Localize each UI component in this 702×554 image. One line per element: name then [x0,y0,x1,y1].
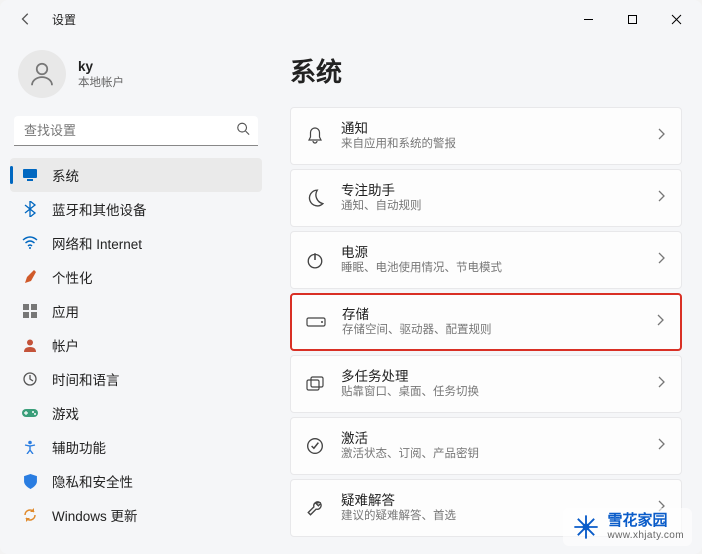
avatar [18,50,66,98]
profile-subtitle: 本地帐户 [78,74,124,90]
sidebar-item-label: 网络和 Internet [52,233,142,253]
card-title: 通知 [341,120,641,138]
main-panel: 系统 通知 来自应用和系统的警报 专注助手 通知、自动规则 [272,38,702,554]
card-title: 多任务处理 [341,368,641,386]
card-subtitle: 通知、自动规则 [341,199,641,214]
game-icon [22,405,38,421]
sidebar-item-label: 个性化 [52,267,93,287]
sidebar-item-label: 时间和语言 [52,369,120,389]
apps-icon [22,303,38,319]
storage-icon [306,312,326,332]
sidebar-item-label: 游戏 [52,403,79,423]
minimize-icon [583,14,594,25]
sidebar-item-label: 隐私和安全性 [52,471,133,491]
chevron-right-icon [657,127,667,145]
card-subtitle: 存储空间、驱动器、配置规则 [342,323,640,338]
system-icon [22,167,38,183]
card-title: 存储 [342,306,640,324]
sidebar-item-windows-update[interactable]: Windows 更新 [10,498,262,532]
search-input[interactable] [14,116,258,146]
profile-name: ky [78,59,124,74]
troubleshoot-icon [305,498,325,518]
card-title: 专注助手 [341,182,641,200]
bell-icon [305,126,325,146]
close-icon [671,14,682,25]
wifi-icon [22,235,38,251]
sidebar-item-personalization[interactable]: 个性化 [10,260,262,294]
sidebar-item-accounts[interactable]: 帐户 [10,328,262,362]
card-subtitle: 来自应用和系统的警报 [341,137,641,152]
card-title: 电源 [341,244,641,262]
chevron-right-icon [657,375,667,393]
chevron-right-icon [657,251,667,269]
watermark: 雪花家园 www.xhjaty.com [563,508,692,546]
power-icon [305,250,325,270]
card-title: 激活 [341,430,641,448]
sidebar-item-system[interactable]: 系统 [10,158,262,192]
arrow-left-icon [19,12,33,26]
settings-item-notifications[interactable]: 通知 来自应用和系统的警报 [290,107,682,165]
multitask-icon [305,374,325,394]
card-title: 疑难解答 [341,492,641,510]
close-button[interactable] [654,3,698,35]
chevron-right-icon [656,313,666,331]
settings-item-focus-assist[interactable]: 专注助手 通知、自动规则 [290,169,682,227]
maximize-icon [627,14,638,25]
card-subtitle: 睡眠、电池使用情况、节电模式 [341,261,641,276]
settings-item-storage[interactable]: 存储 存储空间、驱动器、配置规则 [290,293,682,351]
maximize-button[interactable] [610,3,654,35]
window-title: 设置 [52,11,76,28]
sidebar-item-label: 蓝牙和其他设备 [52,199,147,219]
snowflake-icon [571,512,601,542]
sidebar-item-label: 应用 [52,301,79,321]
sidebar-item-time-language[interactable]: 时间和语言 [10,362,262,396]
sidebar-item-apps[interactable]: 应用 [10,294,262,328]
sidebar-item-label: 系统 [52,165,79,185]
minimize-button[interactable] [566,3,610,35]
sidebar-item-network[interactable]: 网络和 Internet [10,226,262,260]
card-subtitle: 贴靠窗口、桌面、任务切换 [341,385,641,400]
sidebar-item-label: 帐户 [52,335,79,355]
shield-icon [22,473,38,489]
sidebar-item-accessibility[interactable]: 辅助功能 [10,430,262,464]
page-title: 系统 [290,52,682,89]
sidebar-item-label: 辅助功能 [52,437,106,457]
person-icon [27,59,57,89]
watermark-brand: 雪花家园 [607,513,684,530]
brush-icon [22,269,38,285]
watermark-url: www.xhjaty.com [607,530,684,541]
activation-icon [305,436,325,456]
settings-item-multitasking[interactable]: 多任务处理 贴靠窗口、桌面、任务切换 [290,355,682,413]
moon-icon [305,188,325,208]
sidebar: ky 本地帐户 系统 蓝牙和其他设备 [0,38,272,554]
back-button[interactable] [14,7,38,31]
search-icon [236,122,250,141]
card-subtitle: 激活状态、订阅、产品密钥 [341,447,641,462]
nav-list: 系统 蓝牙和其他设备 网络和 Internet 个性化 应用 [10,158,262,532]
sidebar-item-label: Windows 更新 [52,505,138,525]
search-wrap [14,116,258,146]
update-icon [22,507,38,523]
chevron-right-icon [657,437,667,455]
sidebar-item-bluetooth[interactable]: 蓝牙和其他设备 [10,192,262,226]
bluetooth-icon [22,201,38,217]
clock-icon [22,371,38,387]
sidebar-item-privacy[interactable]: 隐私和安全性 [10,464,262,498]
account-icon [22,337,38,353]
profile-block[interactable]: ky 本地帐户 [10,46,262,112]
chevron-right-icon [657,189,667,207]
settings-item-activation[interactable]: 激活 激活状态、订阅、产品密钥 [290,417,682,475]
accessibility-icon [22,439,38,455]
settings-item-power[interactable]: 电源 睡眠、电池使用情况、节电模式 [290,231,682,289]
sidebar-item-gaming[interactable]: 游戏 [10,396,262,430]
titlebar: 设置 [0,0,702,38]
